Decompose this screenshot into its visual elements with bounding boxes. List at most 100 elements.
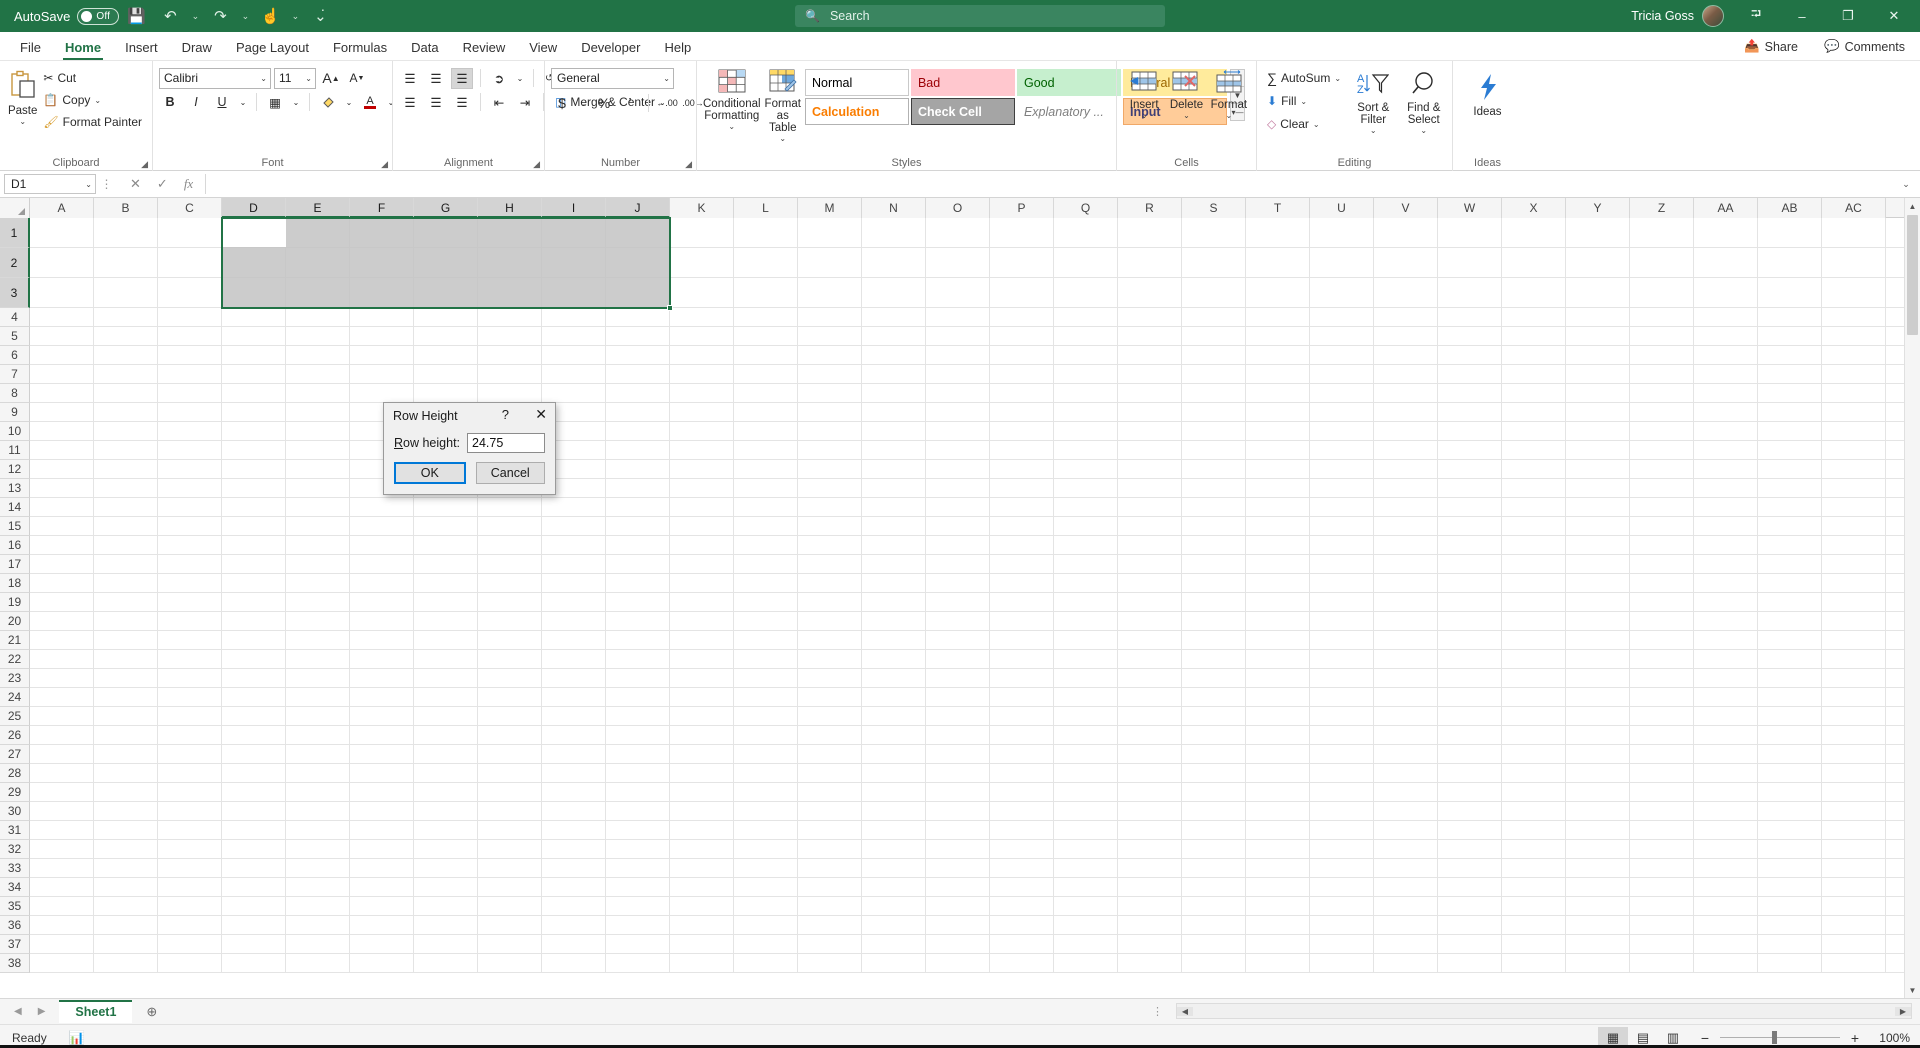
cell-P34[interactable] <box>990 878 1054 896</box>
cell-Y17[interactable] <box>1566 555 1630 573</box>
cell-D18[interactable] <box>222 574 286 592</box>
cell-Y4[interactable] <box>1566 308 1630 326</box>
cell-R2[interactable] <box>1118 248 1182 277</box>
cell-L23[interactable] <box>734 669 798 687</box>
cell-Q4[interactable] <box>1054 308 1118 326</box>
cell-G15[interactable] <box>414 517 478 535</box>
cell-Y19[interactable] <box>1566 593 1630 611</box>
cell-K2[interactable] <box>670 248 734 277</box>
cell-U10[interactable] <box>1310 422 1374 440</box>
cell-S15[interactable] <box>1182 517 1246 535</box>
cell-AC12[interactable] <box>1822 460 1886 478</box>
cell-U8[interactable] <box>1310 384 1374 402</box>
cell-I4[interactable] <box>542 308 606 326</box>
cell-L24[interactable] <box>734 688 798 706</box>
align-middle-icon[interactable]: ☰ <box>425 68 447 89</box>
accessibility-checker-icon[interactable]: 📊 <box>69 1030 85 1046</box>
cell-A36[interactable] <box>30 916 94 934</box>
cell-R23[interactable] <box>1118 669 1182 687</box>
cell-C14[interactable] <box>158 498 222 516</box>
conditional-formatting-dropdown-icon[interactable]: ⌄ <box>728 122 735 131</box>
cell-M2[interactable] <box>798 248 862 277</box>
cell-G23[interactable] <box>414 669 478 687</box>
cell-D8[interactable] <box>222 384 286 402</box>
row-header-26[interactable]: 26 <box>0 726 30 745</box>
cell-K10[interactable] <box>670 422 734 440</box>
cell-G5[interactable] <box>414 327 478 345</box>
cell-K19[interactable] <box>670 593 734 611</box>
cell-AC31[interactable] <box>1822 821 1886 839</box>
cell-U19[interactable] <box>1310 593 1374 611</box>
cell-J18[interactable] <box>606 574 670 592</box>
cell-C33[interactable] <box>158 859 222 877</box>
cell-Z14[interactable] <box>1630 498 1694 516</box>
cell-H8[interactable] <box>478 384 542 402</box>
cell-L16[interactable] <box>734 536 798 554</box>
cell-H1[interactable] <box>478 218 542 247</box>
cell-B5[interactable] <box>94 327 158 345</box>
share-button[interactable]: 📤 Share <box>1735 36 1807 57</box>
cell-E38[interactable] <box>286 954 350 972</box>
cell-E12[interactable] <box>286 460 350 478</box>
cell-M18[interactable] <box>798 574 862 592</box>
cell-AA17[interactable] <box>1694 555 1758 573</box>
cell-R28[interactable] <box>1118 764 1182 782</box>
cell-Z31[interactable] <box>1630 821 1694 839</box>
format-cells-dropdown-icon[interactable]: ⌄ <box>1225 111 1232 120</box>
cell-A4[interactable] <box>30 308 94 326</box>
cell-G37[interactable] <box>414 935 478 953</box>
cell-J6[interactable] <box>606 346 670 364</box>
column-header-P[interactable]: P <box>990 198 1054 218</box>
cell-W12[interactable] <box>1438 460 1502 478</box>
sheet-tab-sheet1[interactable]: Sheet1 <box>59 1000 132 1023</box>
cell-F22[interactable] <box>350 650 414 668</box>
format-painter-button[interactable]: 🖌 Format Painter <box>39 112 146 132</box>
cell-E26[interactable] <box>286 726 350 744</box>
cell-C17[interactable] <box>158 555 222 573</box>
cell-E13[interactable] <box>286 479 350 497</box>
cell-J33[interactable] <box>606 859 670 877</box>
cell-R38[interactable] <box>1118 954 1182 972</box>
cell-L15[interactable] <box>734 517 798 535</box>
cell-style-normal[interactable]: Normal <box>805 69 909 96</box>
cell-U9[interactable] <box>1310 403 1374 421</box>
cell-R11[interactable] <box>1118 441 1182 459</box>
cell-Y23[interactable] <box>1566 669 1630 687</box>
tab-home[interactable]: Home <box>53 37 113 60</box>
cell-B22[interactable] <box>94 650 158 668</box>
cell-M38[interactable] <box>798 954 862 972</box>
cell-K12[interactable] <box>670 460 734 478</box>
restore-button[interactable]: ❐ <box>1826 0 1870 32</box>
autosum-dropdown-icon[interactable]: ⌄ <box>1334 74 1341 83</box>
cell-I26[interactable] <box>542 726 606 744</box>
cell-R27[interactable] <box>1118 745 1182 763</box>
cell-M23[interactable] <box>798 669 862 687</box>
cell-G27[interactable] <box>414 745 478 763</box>
column-header-C[interactable]: C <box>158 198 222 218</box>
cell-O18[interactable] <box>926 574 990 592</box>
cell-O23[interactable] <box>926 669 990 687</box>
cell-X26[interactable] <box>1502 726 1566 744</box>
cell-B4[interactable] <box>94 308 158 326</box>
cell-W9[interactable] <box>1438 403 1502 421</box>
cell-P31[interactable] <box>990 821 1054 839</box>
ribbon-display-options-icon[interactable]: ⮒ <box>1734 0 1778 32</box>
cell-K36[interactable] <box>670 916 734 934</box>
cell-AB34[interactable] <box>1758 878 1822 896</box>
vertical-scroll-thumb[interactable] <box>1907 215 1918 335</box>
cell-H27[interactable] <box>478 745 542 763</box>
cell-N3[interactable] <box>862 278 926 307</box>
cell-V28[interactable] <box>1374 764 1438 782</box>
cell-X11[interactable] <box>1502 441 1566 459</box>
cell-W20[interactable] <box>1438 612 1502 630</box>
cell-M35[interactable] <box>798 897 862 915</box>
cell-O31[interactable] <box>926 821 990 839</box>
name-box-dropdown-icon[interactable]: ⌄ <box>85 180 92 189</box>
cell-Q27[interactable] <box>1054 745 1118 763</box>
cell-L4[interactable] <box>734 308 798 326</box>
cell-F14[interactable] <box>350 498 414 516</box>
cell-A28[interactable] <box>30 764 94 782</box>
number-dialog-launcher[interactable]: ◢ <box>685 159 692 170</box>
cell-G18[interactable] <box>414 574 478 592</box>
cell-P33[interactable] <box>990 859 1054 877</box>
